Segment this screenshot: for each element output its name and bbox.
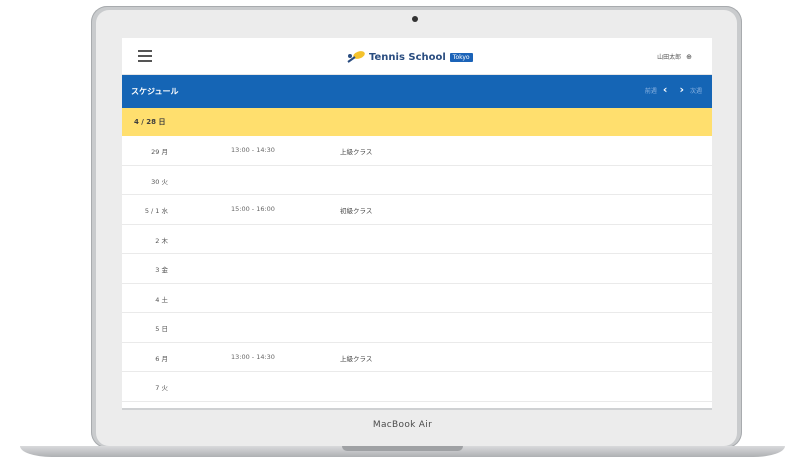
row-day: 6 月 <box>155 354 168 363</box>
user-name: 山田太郎 <box>657 54 682 61</box>
tennis-racket-icon <box>347 51 365 63</box>
row-day: 29 月 <box>151 148 168 156</box>
laptop-notch <box>342 446 463 451</box>
schedule-row[interactable]: 7 火 <box>122 372 712 402</box>
row-day: 4 土 <box>155 295 168 304</box>
row-day: 30 火 <box>151 177 168 186</box>
chevron-right-icon[interactable]: › <box>679 84 684 95</box>
week-navigation: 前週 ‹ › 次週 <box>645 84 702 95</box>
user-icon: ⊕ <box>686 52 692 61</box>
schedule-row[interactable]: 2 木 <box>122 225 712 254</box>
row-class: 上級クラス <box>340 354 373 363</box>
camera-icon <box>412 16 418 22</box>
row-day: 2 木 <box>155 236 168 245</box>
logo-badge: Tokyo <box>449 52 473 62</box>
schedule-list: 29 月 13:00 - 14:30 上級クラス 30 火 5 / 1 水 15… <box>122 136 712 408</box>
hamburger-menu-icon[interactable] <box>138 50 152 62</box>
row-day: 5 / 1 水 <box>144 207 168 215</box>
prev-week-label[interactable]: 前週 <box>645 86 657 95</box>
row-time: 13:00 - 14:30 <box>231 352 275 361</box>
schedule-row[interactable]: 3 金 <box>122 254 712 284</box>
next-week-label[interactable]: 次週 <box>690 86 702 95</box>
logo-text: Tennis School <box>369 51 446 63</box>
device-brand: MacBook Air <box>372 420 433 430</box>
screen-bottom-edge <box>122 408 712 410</box>
week-label: 4 / 28 日 <box>134 118 166 126</box>
schedule-row[interactable]: 30 火 <box>122 166 712 195</box>
schedule-row[interactable]: 5 日 <box>122 313 712 343</box>
schedule-title: スケジュール <box>131 87 179 96</box>
chevron-left-icon[interactable]: ‹ <box>663 84 668 95</box>
schedule-row[interactable]: 4 土 <box>122 284 712 313</box>
row-day: 5 日 <box>155 325 168 333</box>
logo[interactable]: Tennis School Tokyo <box>346 49 473 65</box>
row-day: 3 金 <box>155 266 168 274</box>
app-screen: Tennis School Tokyo 山田太郎 ⊕ スケジュール 前週 ‹ ›… <box>122 38 712 408</box>
row-class: 上級クラス <box>340 148 373 156</box>
week-row: 4 / 28 日 <box>122 108 712 136</box>
row-time: 13:00 - 14:30 <box>231 146 275 154</box>
schedule-row[interactable]: 29 月 13:00 - 14:30 上級クラス <box>122 136 712 166</box>
schedule-row[interactable]: 5 / 1 水 15:00 - 16:00 初級クラス <box>122 195 712 225</box>
row-day: 7 火 <box>155 384 168 392</box>
row-class: 初級クラス <box>340 207 373 215</box>
top-bar: Tennis School Tokyo 山田太郎 ⊕ <box>122 38 712 75</box>
schedule-header: スケジュール 前週 ‹ › 次週 <box>122 75 712 108</box>
schedule-row[interactable]: 6 月 13:00 - 14:30 上級クラス <box>122 343 712 372</box>
row-time: 15:00 - 16:00 <box>231 205 275 213</box>
user-menu[interactable]: 山田太郎 ⊕ <box>657 52 692 62</box>
